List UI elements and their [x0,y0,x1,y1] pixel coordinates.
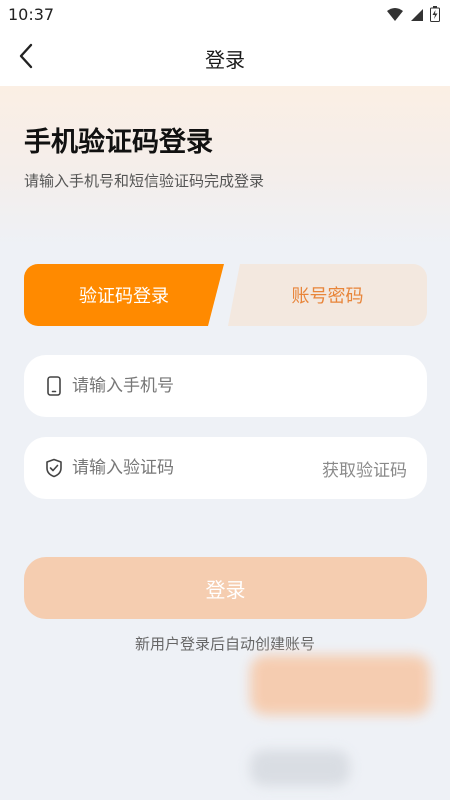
page-subtitle: 请输入手机号和短信验证码完成登录 [24,172,265,190]
status-time: 10:37 [8,5,55,24]
wifi-icon [386,7,404,26]
get-code-button[interactable]: 获取验证码 [322,456,407,481]
shield-icon [44,457,64,479]
page-heading: 手机验证码登录 [24,127,213,158]
phone-field [24,355,427,417]
new-user-hint: 新用户登录后自动创建账号 [134,635,315,653]
signal-icon [410,7,424,26]
tab-password-login[interactable]: 账号密码 [228,264,427,326]
battery-icon [430,6,440,26]
page-title: 登录 [205,48,245,72]
app-bar: 登录 [0,30,450,86]
blurred-button-shape [250,655,430,715]
phone-icon [44,375,64,397]
code-field: 获取验证码 [24,437,427,499]
tab-sms-login[interactable]: 验证码登录 [24,264,224,326]
login-button[interactable]: 登录 [24,557,427,619]
status-icons [386,6,440,26]
phone-input[interactable] [72,355,302,417]
hero-background [0,86,450,246]
code-input[interactable] [72,437,302,499]
blurred-text-shape [250,750,350,786]
status-bar: 10:37 [0,0,450,30]
